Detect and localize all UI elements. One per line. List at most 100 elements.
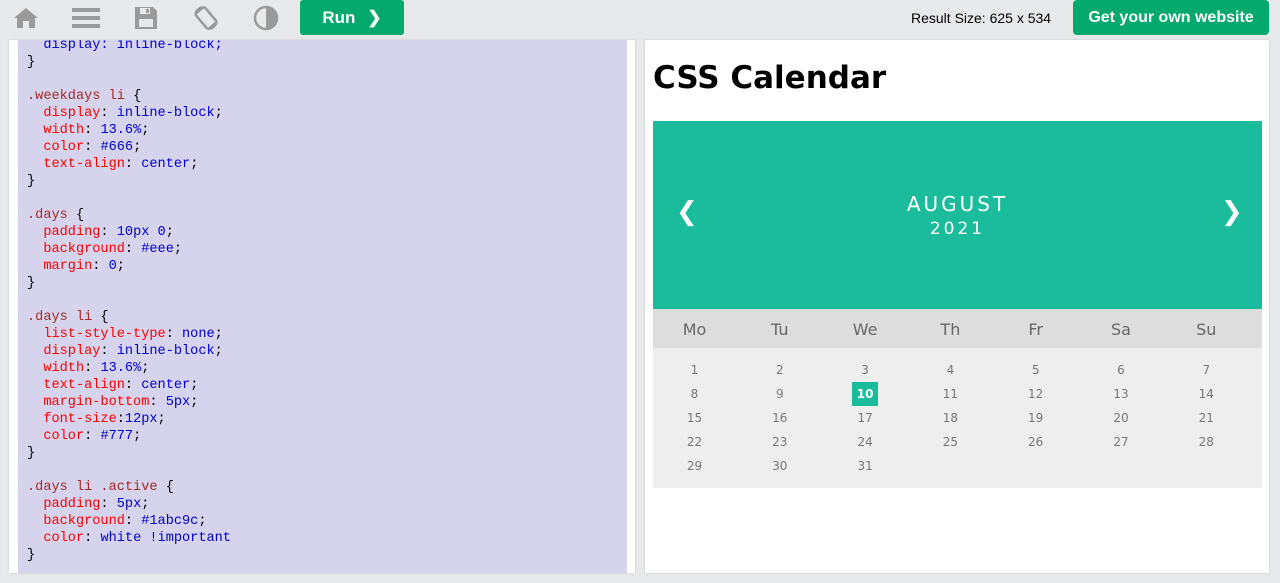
code-line: display: inline-block; (27, 343, 231, 360)
days-grid: 1 2 3 4 5 6 7 8 9 10 11 12 13 14 15 16 17 18 19 20 21 22 23 24 2… (653, 348, 1262, 488)
page-title: CSS Calendar (653, 60, 887, 96)
code-token: ; (116, 259, 125, 274)
calendar-day[interactable]: 1 (653, 363, 736, 377)
calendar-day[interactable]: 20 (1080, 411, 1163, 425)
code-token: #777 (100, 429, 134, 444)
code-line: list-style-type: none; (27, 326, 231, 343)
code-token: #666 (100, 140, 134, 155)
calendar-day[interactable]: 10 (824, 382, 907, 406)
code-token: width (27, 123, 85, 138)
weekday-label: Fr (1028, 320, 1043, 339)
code-token: ; (214, 106, 223, 121)
run-button[interactable]: Run ❯ (300, 0, 404, 35)
calendar-day[interactable]: 25 (909, 435, 992, 449)
code-token: padding (27, 497, 101, 512)
calendar-day[interactable]: 22 (653, 435, 736, 449)
code-token: : (100, 344, 117, 359)
calendar-day[interactable]: 19 (994, 411, 1077, 425)
code-token: center (141, 157, 191, 172)
calendar-day[interactable]: 30 (738, 459, 821, 473)
code-line: .days li { (27, 309, 231, 326)
code-line: font-size:12px; (27, 411, 231, 428)
code-token: } (27, 446, 36, 461)
code-token: margin (27, 259, 93, 274)
code-token: 0 (108, 259, 117, 274)
weekday-label: We (852, 320, 878, 339)
code-token: ; (165, 225, 174, 240)
calendar-day[interactable]: 12 (994, 387, 1077, 401)
code-token: : (124, 157, 142, 172)
calendar-day[interactable]: 17 (824, 411, 907, 425)
calendar-day[interactable]: 6 (1080, 363, 1163, 377)
calendar-day[interactable]: 4 (909, 363, 992, 377)
rotate-icon[interactable] (190, 2, 222, 34)
code-token: .days (27, 208, 76, 223)
code-token: ; (141, 497, 150, 512)
home-icon[interactable] (10, 2, 42, 34)
toolbar: Run ❯ Result Size: 625 x 534 Get your ow… (0, 0, 1280, 36)
calendar-day[interactable]: 15 (653, 411, 736, 425)
calendar-day[interactable]: 2 (738, 363, 821, 377)
active-day[interactable]: 10 (851, 382, 879, 406)
code-token: ; (141, 361, 150, 376)
calendar-day[interactable]: 29 (653, 459, 736, 473)
calendar-day[interactable]: 26 (994, 435, 1077, 449)
code-line: margin: 0; (27, 258, 231, 275)
code-token: color (27, 140, 85, 155)
code-line: display: inline-block; (27, 105, 231, 122)
calendar-day[interactable]: 23 (738, 435, 821, 449)
code-editor[interactable]: display: inline-block;} .weekdays li { di… (18, 40, 627, 573)
code-token: } (27, 548, 36, 563)
code-token: : (100, 225, 117, 240)
code-line: color: #666; (27, 139, 231, 156)
weekday-label: Su (1196, 320, 1217, 339)
code-token: center (141, 378, 191, 393)
calendar-day[interactable]: 14 (1165, 387, 1248, 401)
code-token: text-align (27, 378, 125, 393)
result-panel: CSS Calendar ❮ ❯ AUGUST 2021 Mo Tu We Th Fr S… (645, 40, 1269, 573)
calendar-day[interactable]: 24 (824, 435, 907, 449)
code-line: width: 13.6%; (27, 122, 231, 139)
calendar-day[interactable]: 16 (738, 411, 821, 425)
calendar-day[interactable]: 18 (909, 411, 992, 425)
calendar-day[interactable]: 13 (1080, 387, 1163, 401)
code-token: color (27, 531, 85, 546)
code-token: { (100, 310, 109, 325)
code-token: 10px 0 (116, 225, 166, 240)
code-line: color: white !important (27, 530, 231, 547)
code-token: .days li .active (27, 480, 166, 495)
code-token: } (27, 276, 36, 291)
code-line: text-align: center; (27, 377, 231, 394)
code-token: ; (190, 378, 199, 393)
code-token: : (165, 327, 183, 342)
calendar-day[interactable]: 11 (909, 387, 992, 401)
calendar-day[interactable]: 9 (738, 387, 821, 401)
calendar-day[interactable]: 21 (1165, 411, 1248, 425)
calendar-day[interactable]: 5 (994, 363, 1077, 377)
code-token: : (92, 259, 109, 274)
calendar-day[interactable]: 8 (653, 387, 736, 401)
weekday-label: Sa (1111, 320, 1131, 339)
calendar-day[interactable]: 3 (824, 363, 907, 377)
contrast-icon[interactable] (250, 2, 282, 34)
code-token: color (27, 429, 85, 444)
code-line: .weekdays li { (27, 88, 231, 105)
code-token: { (75, 208, 85, 223)
code-token: margin-bottom (27, 395, 150, 410)
calendar-day[interactable]: 31 (824, 459, 907, 473)
code-token: { (165, 480, 174, 495)
code-token: : (124, 242, 142, 257)
code-token: display (27, 344, 101, 359)
menu-icon[interactable] (70, 2, 102, 34)
get-your-own-website-button[interactable]: Get your own website (1073, 0, 1269, 35)
code-line: } (27, 173, 231, 190)
calendar-day[interactable]: 7 (1165, 363, 1248, 377)
calendar-day[interactable]: 27 (1080, 435, 1163, 449)
save-icon[interactable] (130, 2, 162, 34)
calendar-day[interactable]: 28 (1165, 435, 1248, 449)
code-line: padding: 5px; (27, 496, 231, 513)
code-line: background: #eee; (27, 241, 231, 258)
code-line: } (27, 445, 231, 462)
